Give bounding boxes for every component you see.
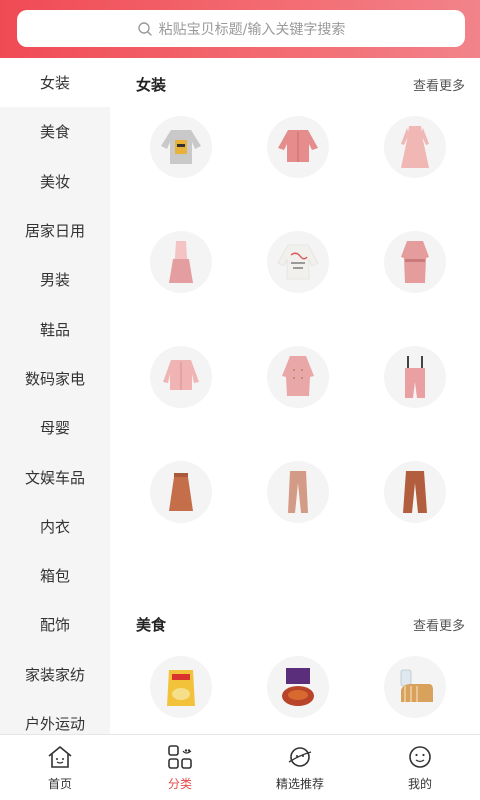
sidebar-item-accessories[interactable]: 配饰	[0, 600, 110, 649]
product-item[interactable]	[122, 648, 239, 734]
bottom-tab-bar: 首页 分类 精选推荐 我的	[0, 734, 480, 800]
sidebar-item-digital[interactable]: 数码家电	[0, 354, 110, 403]
sidebar-item-baby[interactable]: 母婴	[0, 403, 110, 452]
sidebar-item-food[interactable]: 美食	[0, 107, 110, 156]
pink-jacket-icon	[277, 130, 318, 162]
search-input[interactable]: 粘贴宝贝标题/输入关键字搜索	[17, 10, 465, 47]
sidebar-item-bags[interactable]: 箱包	[0, 551, 110, 600]
tan-trousers-icon	[287, 471, 308, 513]
view-more-link[interactable]: 查看更多	[413, 75, 465, 94]
pink-trench-coat-icon	[281, 356, 314, 396]
product-item[interactable]	[356, 453, 473, 568]
brown-trousers-icon	[402, 471, 427, 513]
crayfish-box-icon	[281, 668, 314, 706]
header-bar: 粘贴宝贝标题/输入关键字搜索	[0, 0, 480, 58]
product-grid-womens	[110, 108, 480, 568]
white-graphic-sweatshirt-icon	[277, 244, 318, 280]
sidebar-item-beauty[interactable]: 美妆	[0, 157, 110, 206]
planet-icon	[288, 747, 312, 767]
sidebar-item-outdoor[interactable]: 户外运动	[0, 699, 110, 734]
sidebar-item-label: 鞋品	[39, 320, 70, 339]
sidebar-item-shoes[interactable]: 鞋品	[0, 304, 110, 353]
sidebar-item-label: 配饰	[39, 616, 70, 635]
tab-label: 分类	[167, 777, 192, 791]
tab-home[interactable]: 首页	[0, 735, 120, 800]
tab-label: 我的	[407, 777, 432, 791]
sidebar-item-label: 居家日用	[24, 222, 85, 241]
sidebar-item-label: 户外运动	[24, 715, 85, 733]
pink-belted-coat-icon	[400, 241, 429, 283]
sidebar-item-label: 内衣	[39, 517, 70, 536]
search-icon	[137, 21, 152, 36]
snack-bag-icon	[166, 670, 195, 706]
product-item[interactable]	[122, 223, 239, 338]
pink-pleated-dress-icon	[168, 241, 193, 283]
product-item[interactable]	[356, 338, 473, 453]
home-icon	[48, 746, 72, 768]
section-title: 美食	[136, 616, 167, 634]
product-item[interactable]	[239, 108, 356, 223]
tab-label: 精选推荐	[275, 777, 324, 791]
tab-recommend[interactable]: 精选推荐	[240, 735, 360, 800]
product-item[interactable]	[122, 108, 239, 223]
product-item[interactable]	[239, 338, 356, 453]
product-item[interactable]	[356, 223, 473, 338]
product-item[interactable]	[239, 453, 356, 568]
section-title: 女装	[136, 76, 167, 94]
product-item[interactable]	[356, 648, 473, 734]
sidebar-item-underwear[interactable]: 内衣	[0, 502, 110, 551]
sidebar-item-household[interactable]: 居家日用	[0, 206, 110, 255]
product-item[interactable]	[239, 223, 356, 338]
smiley-icon	[409, 746, 431, 768]
sidebar-item-label: 文娱车品	[24, 468, 85, 487]
sidebar-item-home-textile[interactable]: 家装家纺	[0, 650, 110, 699]
view-more-link[interactable]: 查看更多	[413, 615, 465, 634]
pink-overalls-icon	[404, 356, 425, 398]
sidebar-item-label: 数码家电	[24, 369, 85, 388]
product-item[interactable]	[239, 648, 356, 734]
product-grid-food	[110, 648, 480, 734]
sidebar-item-mens[interactable]: 男装	[0, 255, 110, 304]
pink-dress-icon	[400, 126, 429, 168]
sidebar-item-label: 男装	[39, 271, 70, 290]
category-sidebar: 女装 美食 美妆 居家日用 男装 鞋品 数码家电 母婴 文娱车品 内衣 箱包 配…	[0, 58, 110, 734]
sidebar-item-label: 美食	[39, 123, 70, 142]
tab-label: 首页	[47, 777, 72, 791]
search-placeholder: 粘贴宝贝标题/输入关键字搜索	[158, 21, 346, 38]
sidebar-item-womens[interactable]: 女装	[0, 58, 110, 108]
sidebar-item-label: 美妆	[39, 172, 70, 191]
sidebar-item-entertainment[interactable]: 文娱车品	[0, 452, 110, 501]
sidebar-item-label: 家装家纺	[24, 665, 85, 684]
tab-category[interactable]: 分类	[120, 735, 240, 800]
product-item[interactable]	[356, 108, 473, 223]
sidebar-item-label: 母婴	[39, 419, 70, 438]
section-header-food: 美食 查看更多	[110, 598, 480, 648]
grey-sweatshirt-icon	[160, 130, 201, 164]
sidebar-item-label: 女装	[39, 74, 70, 93]
bread-loaf-icon	[400, 669, 433, 702]
rust-skirt-icon	[168, 473, 193, 511]
sidebar-item-label: 箱包	[39, 567, 70, 586]
section-header-womens: 女装 查看更多	[110, 58, 480, 108]
tab-mine[interactable]: 我的	[360, 735, 480, 800]
category-content: 女装 查看更多 美食 查看更多	[110, 58, 480, 734]
category-icon	[168, 745, 192, 769]
pink-blouse-icon	[162, 360, 199, 390]
product-item[interactable]	[122, 338, 239, 453]
product-item[interactable]	[122, 453, 239, 568]
